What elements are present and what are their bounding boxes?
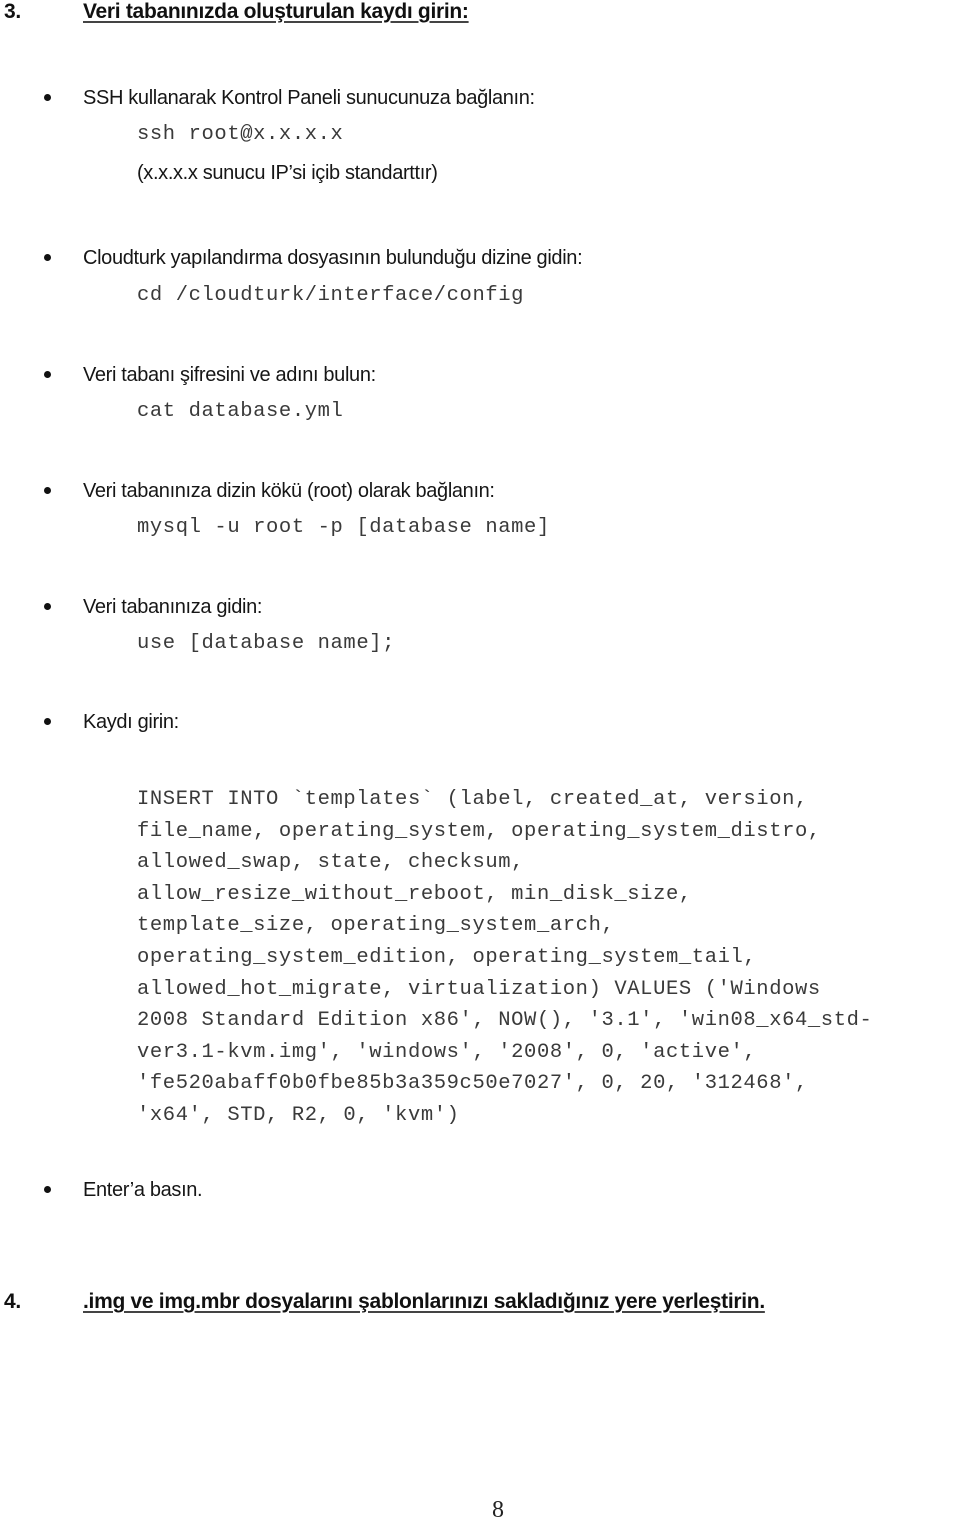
sql-line: 'fe520abaff0b0fbe85b3a359c50e7027', 0, 2… [137, 1072, 808, 1096]
step-text: Kaydı girin: [83, 711, 179, 733]
command-use: use [database name]; [137, 632, 396, 655]
bullet-icon [44, 1186, 51, 1193]
step-text: Veri tabanı şifresini ve adını bulun: [83, 364, 376, 386]
bullet-icon [44, 254, 51, 261]
sql-line: file_name, operating_system, operating_s… [137, 819, 821, 843]
sql-line: allowed_hot_migrate, virtualization) VAL… [137, 977, 821, 1001]
bullet-icon [44, 718, 51, 725]
step-text: Veri tabanınıza dizin kökü (root) olarak… [83, 480, 495, 502]
step-text: Enter’a basın. [83, 1179, 203, 1201]
sql-line: 'x64', STD, R2, 0, 'kvm') [137, 1103, 460, 1127]
bullet-icon [44, 371, 51, 378]
sql-line: 2008 Standard Edition x86', NOW(), '3.1'… [137, 1009, 873, 1033]
sql-line: allowed_swap, state, checksum, [137, 851, 525, 875]
section-title: Veri tabanınızda oluşturulan kaydı girin… [83, 0, 469, 23]
step-text: Cloudturk yapılandırma dosyasının bulund… [83, 247, 583, 269]
sql-line: allow_resize_without_reboot, min_disk_si… [137, 882, 692, 906]
section-number: 3. [4, 0, 21, 23]
command-ssh: ssh root@x.x.x.x [137, 123, 344, 146]
command-mysql: mysql -u root -p [database name] [137, 516, 550, 539]
bullet-icon [44, 487, 51, 494]
section-number: 4. [4, 1290, 21, 1313]
step-note: (x.x.x.x sunucu IP’si içib standarttır) [137, 162, 438, 184]
sql-line: template_size, operating_system_arch, [137, 914, 615, 938]
sql-line: INSERT INTO `templates` (label, created_… [137, 788, 808, 811]
sql-line: operating_system_edition, operating_syst… [137, 945, 757, 969]
section-title: .img ve img.mbr dosyalarını şablonlarını… [83, 1290, 765, 1313]
step-text: SSH kullanarak Kontrol Paneli sunucunuza… [83, 87, 535, 109]
command-cat: cat database.yml [137, 400, 344, 423]
page-number: 8 [492, 1497, 504, 1523]
sql-line: ver3.1-kvm.img', 'windows', '2008', 0, '… [137, 1040, 757, 1064]
step-text: Veri tabanınıza gidin: [83, 596, 263, 618]
bullet-icon [44, 603, 51, 610]
bullet-icon [44, 94, 51, 101]
sql-insert-statement: INSERT INTO `templates` (label, created_… [137, 784, 872, 1132]
command-cd: cd /cloudturk/interface/config [137, 284, 525, 307]
